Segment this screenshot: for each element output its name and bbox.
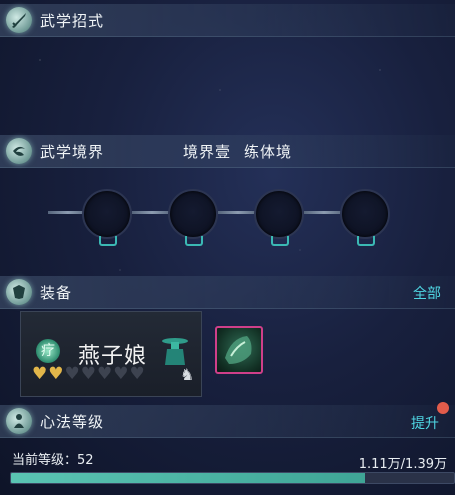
moves-title: 武学招式 bbox=[40, 12, 105, 30]
upgrade-button[interactable]: 提升 bbox=[411, 413, 439, 433]
equipped-item-card[interactable]: 疗 燕子娘 ♥ ♥ ♥ ♥ ♥ ♥ ♥ ♞ bbox=[20, 311, 202, 397]
mind-title: 心法等级 bbox=[40, 413, 105, 431]
level-progress-bar bbox=[10, 472, 455, 484]
moves-header: 武学招式 bbox=[0, 4, 455, 37]
armor-icon bbox=[6, 279, 32, 305]
realm-node-base bbox=[185, 236, 203, 246]
heart-empty-icon: ♥ bbox=[129, 364, 145, 384]
swirl-icon bbox=[6, 138, 32, 164]
realm-stage-name: 练体境 bbox=[244, 143, 293, 161]
notification-badge bbox=[437, 402, 449, 414]
item-symbol: 疗 bbox=[36, 339, 60, 363]
realm-node-3[interactable] bbox=[254, 189, 304, 239]
equipment-header: 装备 全部 bbox=[0, 276, 455, 309]
realm-connector bbox=[304, 211, 344, 214]
realm-connector bbox=[218, 211, 258, 214]
item-star-rating: ♥ ♥ ♥ ♥ ♥ ♥ ♥ bbox=[32, 366, 145, 383]
realm-node-base bbox=[271, 236, 289, 246]
skill-slot[interactable] bbox=[215, 326, 263, 374]
level-progress-fill bbox=[11, 473, 365, 483]
realm-node-base bbox=[99, 236, 117, 246]
heart-empty-icon: ♥ bbox=[64, 364, 80, 384]
realm-node-4[interactable] bbox=[340, 189, 390, 239]
realm-stage: 境界壹 bbox=[183, 143, 232, 161]
heart-filled-icon: ♥ bbox=[32, 364, 48, 384]
beast-icon bbox=[225, 336, 252, 364]
realm-connector bbox=[132, 211, 172, 214]
level-progress-text: 1.11万/1.39万 bbox=[358, 457, 447, 472]
realm-header: 武学境界 境界壹 练体境 bbox=[0, 135, 455, 168]
heart-empty-icon: ♥ bbox=[113, 364, 129, 384]
realm-title: 武学境界 bbox=[40, 143, 105, 161]
goat-icon: ♞ bbox=[180, 365, 195, 384]
view-all-link[interactable]: 全部 bbox=[413, 283, 441, 303]
mind-header: 心法等级 提升 bbox=[0, 405, 455, 438]
heart-empty-icon: ♥ bbox=[80, 364, 96, 384]
equipment-title: 装备 bbox=[40, 284, 73, 302]
current-level: 当前等级：52 bbox=[12, 453, 94, 468]
heart-empty-icon: ♥ bbox=[97, 364, 113, 384]
sword-icon bbox=[6, 7, 32, 33]
realm-node-1[interactable] bbox=[82, 189, 132, 239]
realm-node-base bbox=[357, 236, 375, 246]
realm-node-2[interactable] bbox=[168, 189, 218, 239]
figure-icon bbox=[6, 408, 32, 434]
character-figure-icon bbox=[162, 338, 188, 365]
heart-filled-icon: ♥ bbox=[48, 364, 64, 384]
